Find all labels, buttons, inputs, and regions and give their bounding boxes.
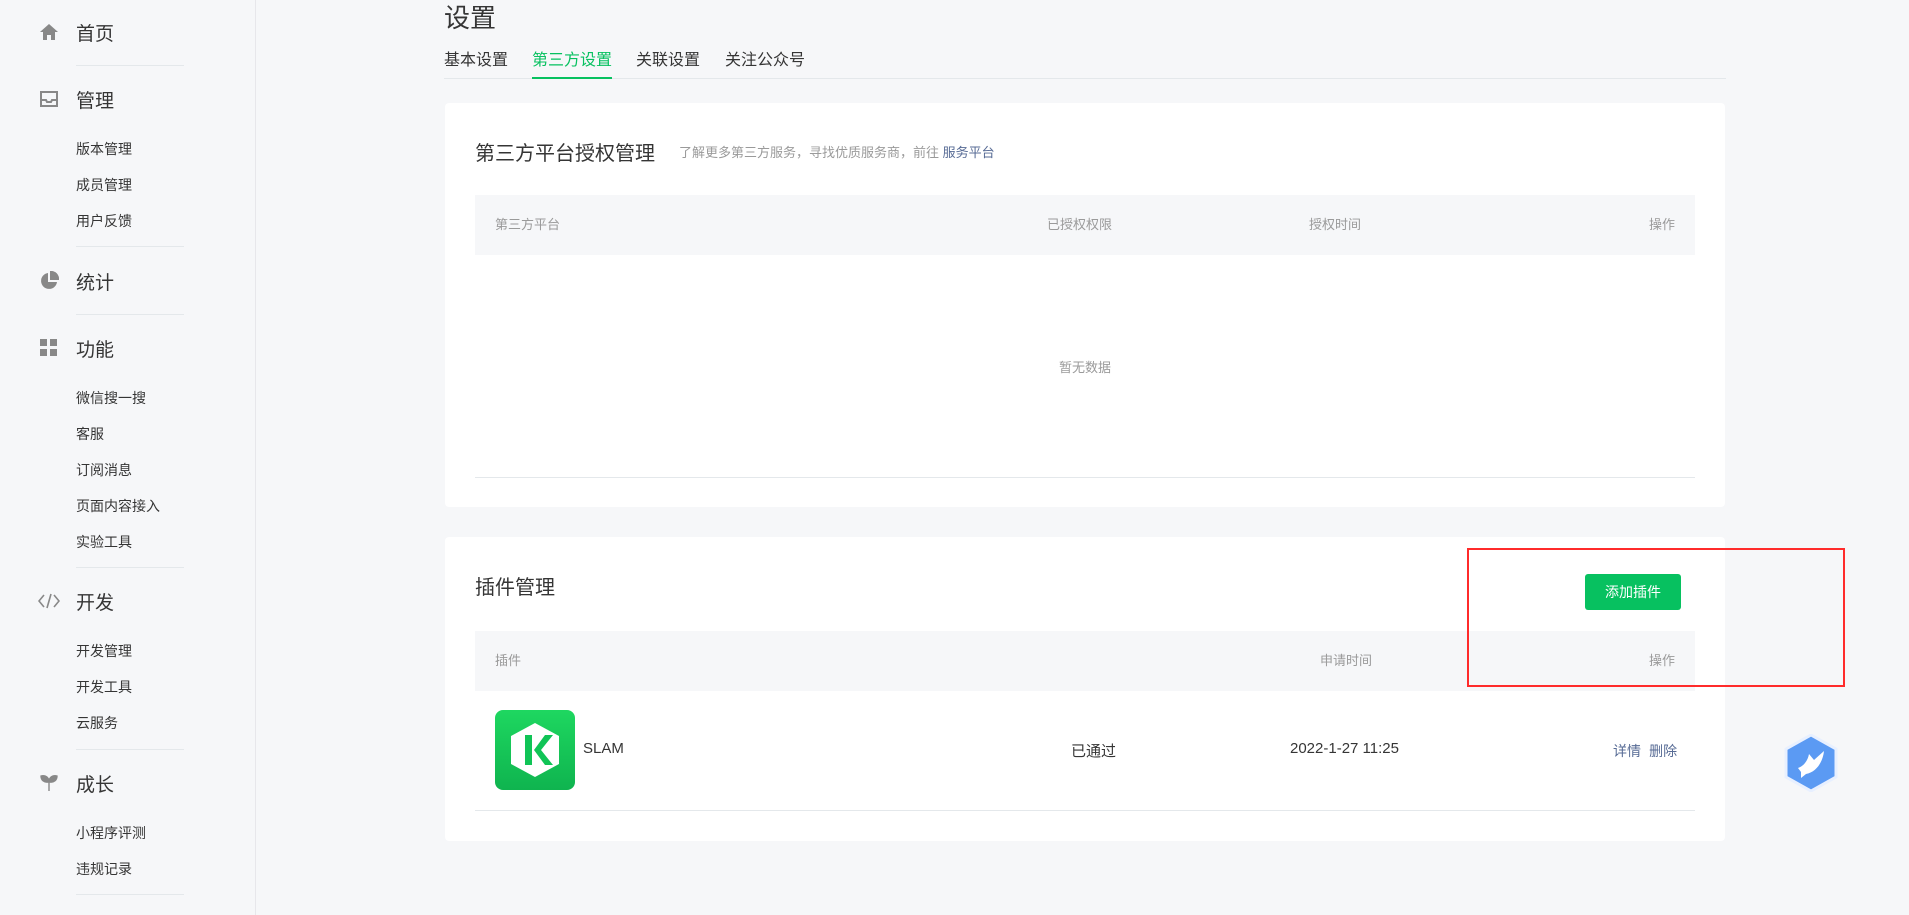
sidebar-item-dev-tools[interactable]: 开发工具 xyxy=(76,677,132,697)
plugin-name: SLAM xyxy=(583,740,624,757)
table-divider xyxy=(475,477,1695,478)
tab-third-party-settings[interactable]: 第三方设置 xyxy=(532,48,613,79)
tab-link-settings[interactable]: 关联设置 xyxy=(636,48,700,79)
sidebar-item-dev[interactable]: 开发 xyxy=(38,586,114,616)
sidebar-item-feedback[interactable]: 用户反馈 xyxy=(76,211,132,231)
code-icon xyxy=(38,590,60,612)
sidebar-item-stats[interactable]: 统计 xyxy=(38,266,114,296)
sidebar-item-cloud[interactable]: 云服务 xyxy=(76,713,118,733)
sidebar-item-growth[interactable]: 成长 xyxy=(38,768,114,798)
third-party-card: 第三方平台授权管理 了解更多第三方服务，寻找优质服务商，前往 服务平台 第三方平… xyxy=(445,103,1725,507)
sidebar: 首页 管理 版本管理 成员管理 用户反馈 统计 功能 微信搜一搜 客服 订阅消息… xyxy=(0,0,256,915)
inbox-icon xyxy=(38,88,60,110)
delete-link[interactable]: 删除 xyxy=(1649,743,1677,759)
grid-icon xyxy=(38,337,60,359)
section-description: 了解更多第三方服务，寻找优质服务商，前往 服务平台 xyxy=(679,142,995,161)
home-icon xyxy=(38,21,60,43)
divider xyxy=(76,749,184,750)
tab-bar: 基本设置 第三方设置 关联设置 关注公众号 xyxy=(444,48,1726,79)
sidebar-item-wechat-search[interactable]: 微信搜一搜 xyxy=(76,388,146,408)
empty-state: 暂无数据 xyxy=(1058,360,1111,375)
tab-follow-official-account[interactable]: 关注公众号 xyxy=(725,48,805,79)
sidebar-item-label: 统计 xyxy=(76,272,115,294)
table-header: 第三方平台 已授权权限 授权时间 操作 xyxy=(475,195,1695,255)
sidebar-item-home[interactable]: 首页 xyxy=(38,17,114,47)
sidebar-item-label: 管理 xyxy=(76,90,115,112)
divider xyxy=(76,567,184,568)
row-actions: 详情 删除 xyxy=(1613,741,1677,761)
sidebar-item-subscribe-msg[interactable]: 订阅消息 xyxy=(76,460,132,480)
section-title: 第三方平台授权管理 xyxy=(475,143,655,165)
column-header: 授权时间 xyxy=(1309,217,1362,232)
sidebar-item-experiment-tools[interactable]: 实验工具 xyxy=(76,532,132,552)
sidebar-item-members[interactable]: 成员管理 xyxy=(76,175,132,195)
highlight-box xyxy=(1467,548,1845,687)
pie-chart-icon xyxy=(38,270,60,292)
assistant-float-icon[interactable] xyxy=(1784,733,1838,793)
plugin-logo xyxy=(495,710,575,790)
sidebar-item-label: 开发 xyxy=(76,592,115,614)
column-header: 已授权权限 xyxy=(1047,217,1113,232)
sidebar-item-customer-service[interactable]: 客服 xyxy=(76,424,104,444)
section-title: 插件管理 xyxy=(475,577,555,599)
sidebar-item-dev-manage[interactable]: 开发管理 xyxy=(76,641,132,661)
sidebar-item-manage[interactable]: 管理 xyxy=(38,84,114,114)
sidebar-item-page-content[interactable]: 页面内容接入 xyxy=(76,496,160,516)
divider xyxy=(76,314,184,315)
service-platform-link[interactable]: 服务平台 xyxy=(943,145,995,160)
sidebar-item-version[interactable]: 版本管理 xyxy=(76,139,132,159)
column-header: 第三方平台 xyxy=(495,217,561,232)
tab-basic-settings[interactable]: 基本设置 xyxy=(444,48,508,79)
divider xyxy=(76,246,184,247)
column-header: 操作 xyxy=(1648,217,1675,232)
column-header: 插件 xyxy=(495,653,522,668)
divider xyxy=(76,894,184,895)
column-header: 申请时间 xyxy=(1320,653,1373,668)
sidebar-item-features[interactable]: 功能 xyxy=(38,333,114,363)
status-text: 已通过 xyxy=(1071,743,1117,760)
sidebar-item-violations[interactable]: 违规记录 xyxy=(76,859,132,879)
divider xyxy=(76,65,184,66)
sprout-icon xyxy=(38,772,60,794)
description-text: 了解更多第三方服务，寻找优质服务商，前往 xyxy=(679,145,940,160)
sidebar-item-label: 成长 xyxy=(76,774,115,796)
apply-time: 2022-1-27 11:25 xyxy=(1290,740,1399,757)
sidebar-item-label: 首页 xyxy=(76,23,115,45)
sidebar-item-label: 功能 xyxy=(76,339,115,361)
sidebar-item-evaluation[interactable]: 小程序评测 xyxy=(76,823,146,843)
table-divider xyxy=(475,810,1695,811)
page-title: 设置 xyxy=(444,3,497,33)
detail-link[interactable]: 详情 xyxy=(1613,743,1641,759)
